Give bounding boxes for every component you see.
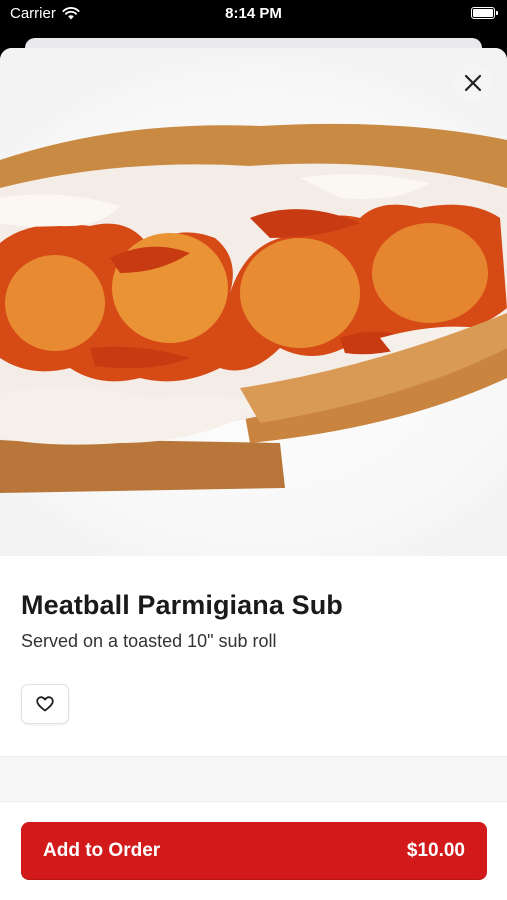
status-bar: Carrier 8:14 PM [0, 0, 507, 30]
close-button[interactable] [454, 64, 492, 102]
battery-icon [471, 7, 498, 19]
close-icon [464, 74, 482, 92]
item-detail-sheet: Meatball Parmigiana Sub Served on a toas… [0, 48, 507, 900]
heart-outline-icon [36, 696, 54, 712]
add-to-order-button[interactable]: Add to Order $10.00 [21, 822, 487, 880]
item-price: $10.00 [406, 840, 465, 861]
item-details: Meatball Parmigiana Sub Served on a toas… [0, 590, 507, 724]
status-time: 8:14 PM [225, 5, 282, 22]
app-screen: Carrier 8:14 PM Meatball Parmigiana Sub … [0, 0, 507, 900]
sub-sandwich-illustration [0, 123, 507, 493]
add-to-order-label: Add to Order [43, 840, 161, 861]
spacer-strip [0, 757, 507, 801]
bottom-action-bar: Add to Order $10.00 [0, 801, 507, 900]
item-description: Served on a toasted 10" sub roll [21, 631, 277, 651]
item-image [0, 48, 507, 556]
item-title: Meatball Parmigiana Sub [21, 590, 343, 620]
favorite-button[interactable] [21, 684, 69, 724]
